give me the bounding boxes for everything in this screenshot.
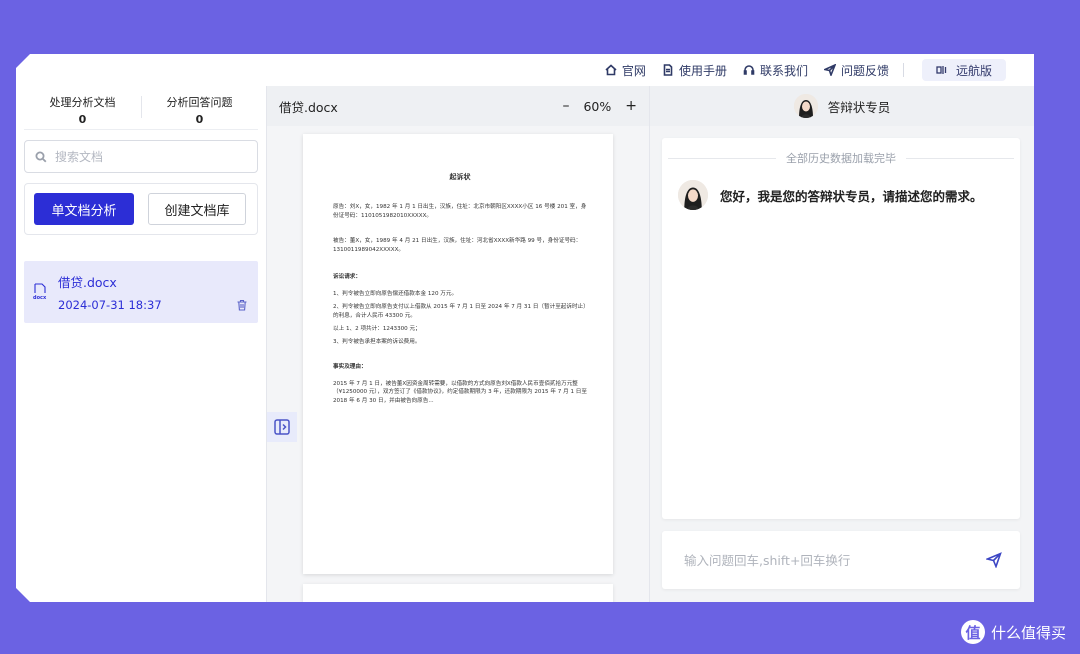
home-icon	[605, 64, 617, 76]
single-doc-analysis-button[interactable]: 单文档分析	[34, 193, 134, 225]
search-input[interactable]	[55, 149, 245, 164]
nav-label: 问题反馈	[840, 63, 889, 78]
viewer-header: 借贷.docx – 60% +	[267, 86, 649, 126]
send-icon[interactable]	[986, 552, 1002, 568]
stat-value: 0	[78, 113, 87, 126]
top-nav: 官网 使用手册 联系我们 问题反馈 远航版	[16, 54, 1034, 86]
doc-facts: 2015 年 7 月 1 日，被告董X因资金周转需要，以借款的方式向原告刘X借款…	[333, 380, 587, 405]
docx-label: docx	[33, 295, 47, 300]
nav-contact[interactable]: 联系我们	[743, 62, 808, 79]
app-window: 官网 使用手册 联系我们 问题反馈 远航版 处理分析文档 0 分析回答问题 0 …	[16, 54, 1034, 602]
doc-claim: 以上 1、2 项共计：1243300 元；	[333, 325, 421, 332]
stat-docs: 处理分析文档 0	[24, 86, 141, 129]
zoom-level: 60%	[583, 98, 612, 114]
zoom-out-button[interactable]: –	[562, 98, 569, 114]
toggle-sidebar-button[interactable]	[267, 412, 297, 442]
stat-questions: 分析回答问题 0	[141, 86, 258, 129]
doc-claim: 2、判令被告立即向原告支付以上借款从 2015 年 7 月 1 日至 2024 …	[333, 303, 586, 319]
agent-avatar	[793, 94, 818, 118]
zoom-in-button[interactable]: +	[625, 98, 637, 114]
nav-official-site[interactable]: 官网	[605, 62, 646, 79]
chat-message: 您好，我是您的答辩状专员，请描述您的需求。	[678, 180, 1020, 210]
stat-label: 处理分析文档	[49, 96, 116, 109]
divider-line	[906, 157, 1014, 159]
create-library-button[interactable]: 创建文档库	[148, 193, 246, 225]
send-icon	[823, 64, 836, 76]
document-page: 起诉状 原告：刘X，女，1982 年 1 月 1 日出生，汉族，住址：北京市朝阳…	[303, 134, 613, 574]
nav-divider	[902, 63, 904, 77]
doc-claims-heading: 诉讼请求：	[333, 273, 361, 280]
doc-defendant: 被告：董X，女，1989 年 4 月 21 日出生，汉族，住址：河北省XXXX新…	[333, 238, 582, 253]
doc-claim: 1、判令被告立即向原告偿还借款本金 120 万元。	[333, 290, 458, 297]
headset-icon	[743, 65, 755, 75]
viewer-filename: 借贷.docx	[279, 99, 338, 115]
nav-label: 使用手册	[678, 63, 727, 78]
doc-facts-heading: 事实及理由：	[333, 363, 367, 370]
docx-file-icon: docx	[33, 283, 47, 300]
divider-line	[668, 157, 776, 159]
stat-label: 分析回答问题	[166, 96, 233, 109]
version-button[interactable]: 远航版	[921, 59, 1006, 81]
doc-name: 借贷.docx	[58, 275, 117, 290]
nav-manual[interactable]: 使用手册	[662, 62, 727, 79]
agent-name: 答辩状专员	[827, 99, 891, 115]
watermark-logo: 值	[960, 620, 985, 644]
doc-title: 起诉状	[449, 173, 471, 181]
history-note: 全部历史数据加载完毕	[786, 152, 896, 165]
watermark: 值 什么值得买	[960, 620, 1066, 644]
chat-input[interactable]	[684, 552, 986, 568]
doc-claim: 3、判令被告承担本案的诉讼费用。	[333, 338, 421, 345]
chat-input-box	[662, 531, 1020, 589]
watermark-text: 什么值得买	[990, 623, 1066, 642]
nav-feedback[interactable]: 问题反馈	[823, 62, 889, 79]
zoom-control: – 60% +	[562, 98, 637, 114]
chat-header: 答辩状专员	[650, 86, 1034, 126]
chat-panel: 答辩状专员 全部历史数据加载完毕 您好，我是您的答辩状专员，请描述您的需求。	[650, 86, 1034, 602]
left-sidebar: 处理分析文档 0 分析回答问题 0 单文档分析 创建文档库 docx 借贷.do…	[16, 86, 267, 602]
panel-toggle-icon	[274, 419, 290, 435]
chat-messages: 全部历史数据加载完毕 您好，我是您的答辩状专员，请描述您的需求。	[662, 138, 1020, 519]
trash-icon[interactable]	[236, 299, 248, 311]
nav-label: 官网	[621, 63, 646, 78]
stat-value: 0	[195, 113, 204, 126]
doc-plaintiff: 原告：刘X，女，1982 年 1 月 1 日出生，汉族，住址：北京市朝阳区XXX…	[333, 204, 587, 220]
version-icon	[936, 66, 947, 74]
document-viewer: 借贷.docx – 60% + 起诉状 原告：刘X，女，1982 年 1 月 1…	[267, 86, 650, 602]
stats-row: 处理分析文档 0 分析回答问题 0	[24, 86, 258, 130]
nav-label: 联系我们	[759, 63, 808, 78]
history-divider: 全部历史数据加载完毕	[662, 138, 1020, 166]
search-box	[24, 140, 258, 173]
search-icon	[35, 151, 47, 162]
doc-date: 2024-07-31 18:37	[58, 298, 162, 312]
agent-avatar	[678, 180, 708, 210]
message-text: 您好，我是您的答辩状专员，请描述您的需求。	[720, 189, 983, 204]
action-buttons: 单文档分析 创建文档库	[24, 183, 258, 235]
version-label: 远航版	[955, 63, 992, 78]
document-page-next	[303, 584, 613, 602]
document-icon	[663, 64, 673, 76]
doc-list-item[interactable]: docx 借贷.docx 2024-07-31 18:37	[24, 261, 258, 323]
